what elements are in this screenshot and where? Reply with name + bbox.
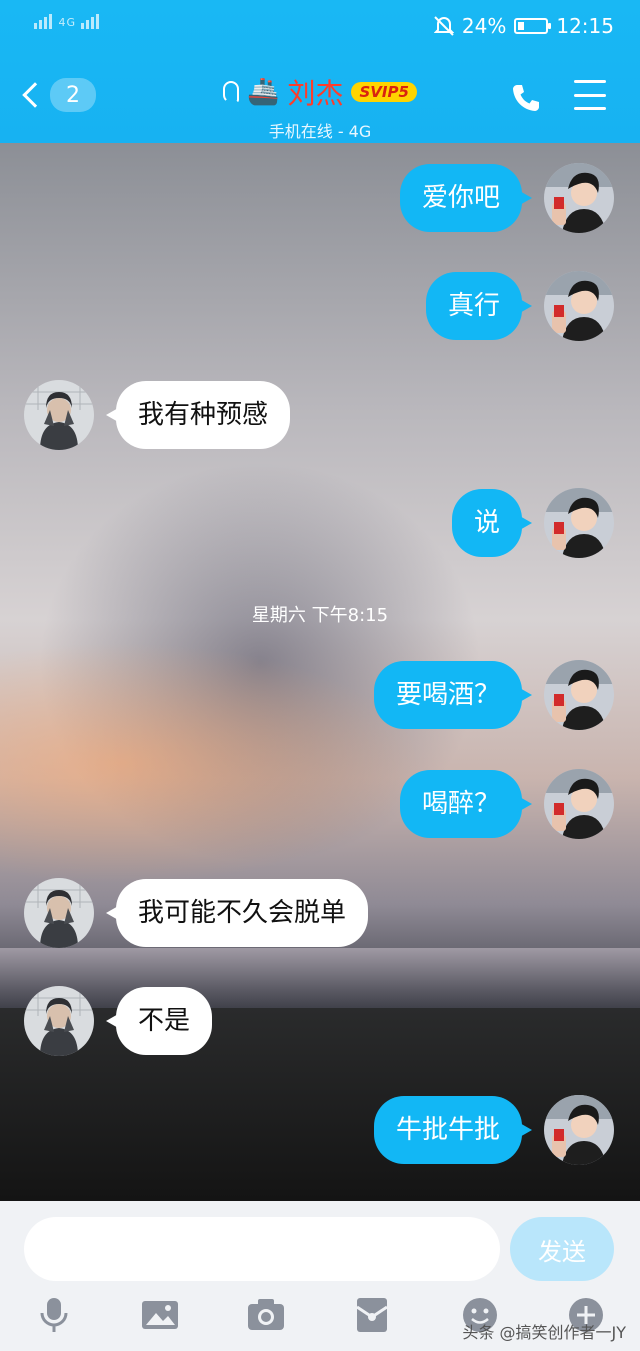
message-input[interactable] (24, 1217, 500, 1281)
contact-title[interactable]: 🚢 刘杰 SVIP5 手机在线 - 4G (0, 72, 640, 142)
message-row: 不是 (24, 986, 213, 1056)
outgoing-bubble[interactable]: 要喝酒？ (373, 661, 533, 729)
outgoing-bubble[interactable]: 喝醉？ (399, 770, 533, 838)
message-row: 爱你吧 (399, 163, 614, 233)
signal-indicator: 4G (34, 14, 101, 29)
contact-name: 刘杰 (287, 77, 344, 110)
incoming-bubble[interactable]: 不是 (105, 987, 213, 1055)
my-avatar[interactable] (544, 660, 614, 730)
svip-badge: SVIP5 (351, 82, 417, 102)
input-bar: 发送 头条 @搞笑创作者一JY (0, 1201, 640, 1351)
my-avatar[interactable] (544, 488, 614, 558)
my-avatar[interactable] (544, 769, 614, 839)
message-row: 我有种预感 (24, 380, 291, 450)
image-icon[interactable] (140, 1295, 180, 1335)
battery-percent: 24% (461, 14, 507, 38)
microphone-icon[interactable] (34, 1295, 74, 1335)
outgoing-bubble[interactable]: 说 (451, 489, 533, 557)
clock: 12:15 (556, 14, 614, 38)
mute-bell-icon (433, 16, 454, 36)
signal-icon-2 (80, 14, 101, 29)
message-row: 真行 (425, 271, 614, 341)
send-button[interactable]: 发送 (510, 1217, 614, 1281)
signal-icon (34, 14, 54, 29)
outgoing-bubble[interactable]: 牛批牛批 (373, 1096, 533, 1164)
message-timestamp: 星期六 下午8:15 (251, 605, 389, 626)
ship-icon: 🚢 (247, 77, 280, 107)
message-row: 我可能不久会脱单 (24, 878, 369, 948)
message-row: 牛批牛批 (373, 1095, 614, 1165)
message-row: 说 (451, 488, 614, 558)
incoming-bubble[interactable]: 我可能不久会脱单 (105, 879, 369, 947)
chat-header: 4G 24% 12:15 2 🚢 刘杰 SVIP5 手机在线 - 4G (0, 0, 640, 143)
online-status: 手机在线 - 4G (268, 122, 372, 141)
my-avatar[interactable] (544, 163, 614, 233)
contact-avatar[interactable] (24, 380, 94, 450)
message-row: 喝醉？ (399, 769, 614, 839)
my-avatar[interactable] (544, 1095, 614, 1165)
incoming-bubble[interactable]: 我有种预感 (105, 381, 291, 449)
battery-icon (514, 18, 552, 34)
status-bar: 4G 24% 12:15 (0, 0, 640, 54)
message-row: 要喝酒？ (373, 660, 614, 730)
ear-icon (223, 81, 240, 103)
chat-area[interactable]: 星期六 下午8:15 爱你吧 真行 我有种预感 说 要喝酒？ 喝醉？ 我可能不久… (0, 143, 640, 1201)
contact-avatar[interactable] (24, 986, 94, 1056)
menu-icon[interactable] (574, 80, 606, 110)
my-avatar[interactable] (544, 271, 614, 341)
outgoing-bubble[interactable]: 真行 (425, 272, 533, 340)
outgoing-bubble[interactable]: 爱你吧 (399, 164, 533, 232)
watermark: 头条 @搞笑创作者一JY (462, 1323, 626, 1342)
contact-avatar[interactable] (24, 878, 94, 948)
network-label: 4G (58, 16, 77, 29)
camera-icon[interactable] (246, 1295, 286, 1335)
phone-icon[interactable] (510, 82, 542, 114)
red-packet-icon[interactable] (352, 1295, 392, 1335)
